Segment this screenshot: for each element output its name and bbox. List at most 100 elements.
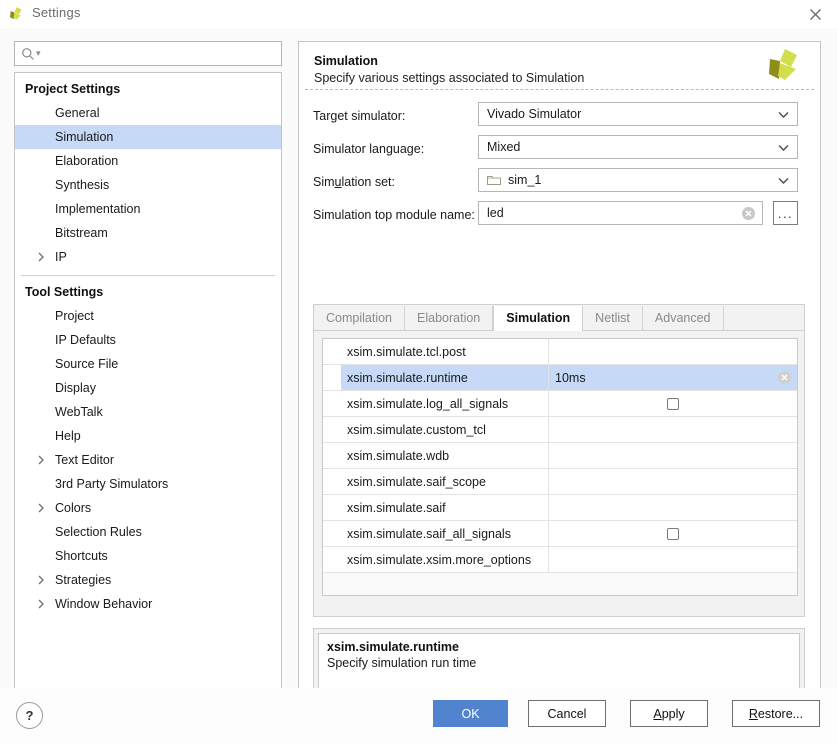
sidebar-item-label: Window Behavior [55,597,153,611]
field-label: Target simulator: [313,109,406,123]
options-table[interactable]: xsim.simulate.tcl.post xsim.simulate.run… [322,338,798,596]
row-gutter [323,339,341,364]
sidebar-item-window-behavior[interactable]: Window Behavior [15,592,281,616]
help-button[interactable]: ? [16,702,43,729]
simulation-set-select[interactable]: sim_1 [478,168,798,192]
clear-circle-icon[interactable] [741,206,756,221]
option-value[interactable]: 10ms [549,365,797,390]
sidebar-item-shortcuts[interactable]: Shortcuts [15,544,281,568]
table-row[interactable]: xsim.simulate.custom_tcl [323,417,797,443]
row-gutter [323,547,341,572]
sidebar-item-synthesis[interactable]: Synthesis [15,173,281,197]
search-dropdown-caret[interactable]: ▾ [36,48,41,59]
table-row[interactable]: xsim.simulate.saif [323,495,797,521]
option-name: xsim.simulate.runtime [341,365,549,390]
browse-top-module-button[interactable]: ... [773,201,798,225]
table-row[interactable]: xsim.simulate.wdb [323,443,797,469]
option-value[interactable] [549,417,797,442]
simulation-top-module-input[interactable]: led [478,201,763,225]
table-row[interactable]: xsim.simulate.tcl.post [323,339,797,365]
sidebar-item-text-editor[interactable]: Text Editor [15,448,281,472]
chevron-right-icon[interactable] [37,568,45,592]
tab-compilation[interactable]: Compilation [314,306,406,330]
sidebar-item-label: Source File [55,357,119,371]
sidebar-item-general[interactable]: General [15,101,281,125]
ok-button[interactable]: OK [433,700,508,727]
sidebar-item-selection-rules[interactable]: Selection Rules [15,520,281,544]
row-gutter [323,443,341,468]
table-row[interactable]: xsim.simulate.runtime 10ms [323,365,797,391]
sidebar-item-ip-defaults[interactable]: IP Defaults [15,328,281,352]
clear-circle-icon[interactable] [777,370,792,385]
sidebar-item-help[interactable]: Help [15,424,281,448]
tree-group-tool-settings: Tool Settings [25,285,104,299]
option-name: xsim.simulate.wdb [341,443,549,468]
target-simulator-select[interactable]: Vivado Simulator [478,102,798,126]
chevron-right-icon[interactable] [37,448,45,472]
table-empty-area [323,573,797,595]
option-value[interactable] [549,521,797,546]
tab-netlist[interactable]: Netlist [583,306,643,330]
chevron-down-icon[interactable] [777,143,793,152]
field-simulator-language: Simulator language: Mixed [313,135,806,168]
sidebar-item-label: Display [55,381,96,395]
sidebar-item-label: Implementation [55,202,141,216]
panel-header: Simulation Specify various settings asso… [299,42,820,89]
option-value[interactable] [549,495,797,520]
chevron-right-icon[interactable] [37,496,45,520]
sidebar-item-simulation[interactable]: Simulation [15,125,281,149]
row-gutter [323,469,341,494]
title-bar: Settings [0,0,837,29]
row-gutter [323,365,341,390]
chevron-down-icon[interactable] [777,176,793,185]
search-icon [21,47,35,61]
close-icon[interactable] [793,0,837,28]
sidebar-item-3rd-party-simulators[interactable]: 3rd Party Simulators [15,472,281,496]
option-name: xsim.simulate.saif_scope [341,469,549,494]
option-value[interactable] [549,391,797,416]
description-body: Specify simulation run time [327,656,477,670]
sidebar-item-project[interactable]: Project [15,304,281,328]
search-box[interactable]: ▾ [14,41,282,66]
chevron-right-icon[interactable] [37,592,45,616]
apply-button[interactable]: Apply [630,700,708,727]
chevron-right-icon[interactable] [37,245,45,269]
sidebar-item-colors[interactable]: Colors [15,496,281,520]
option-value[interactable] [549,339,797,364]
sidebar-item-label: Simulation [55,130,114,144]
chevron-down-icon[interactable] [777,110,793,119]
tab-elaboration[interactable]: Elaboration [405,306,494,330]
option-value[interactable] [549,443,797,468]
sidebar-item-source-file[interactable]: Source File [15,352,281,376]
simulator-language-select[interactable]: Mixed [478,135,798,159]
field-simulation-set: Simulation set: sim_1 [313,168,806,201]
cancel-button[interactable]: Cancel [528,700,606,727]
tab-simulation[interactable]: Simulation [493,306,584,331]
settings-tree[interactable]: Project Settings General Simulation Elab… [14,72,282,690]
sidebar-item-label: General [55,106,100,120]
table-row[interactable]: xsim.simulate.log_all_signals [323,391,797,417]
option-name: xsim.simulate.custom_tcl [341,417,549,442]
table-row[interactable]: xsim.simulate.saif_all_signals [323,521,797,547]
row-gutter [323,417,341,442]
option-value[interactable] [549,469,797,494]
sidebar-item-display[interactable]: Display [15,376,281,400]
log-all-signals-checkbox[interactable] [667,397,679,410]
search-input[interactable] [44,44,270,63]
table-row[interactable]: xsim.simulate.xsim.more_options [323,547,797,573]
option-value[interactable] [549,547,797,572]
sidebar-item-elaboration[interactable]: Elaboration [15,149,281,173]
table-row[interactable]: xsim.simulate.saif_scope [323,469,797,495]
sidebar-item-ip[interactable]: IP [15,245,281,269]
sidebar-item-webtalk[interactable]: WebTalk [15,400,281,424]
description-title: xsim.simulate.runtime [327,640,459,654]
saif-all-signals-checkbox[interactable] [667,527,679,540]
sidebar-item-label: Project [55,309,94,323]
page-subtitle: Specify various settings associated to S… [314,71,585,85]
tab-strip: Compilation Elaboration Simulation Netli… [314,305,804,331]
sidebar-item-implementation[interactable]: Implementation [15,197,281,221]
tab-advanced[interactable]: Advanced [642,306,724,330]
restore-button[interactable]: Restore... [732,700,820,727]
sidebar-item-bitstream[interactable]: Bitstream [15,221,281,245]
sidebar-item-strategies[interactable]: Strategies [15,568,281,592]
